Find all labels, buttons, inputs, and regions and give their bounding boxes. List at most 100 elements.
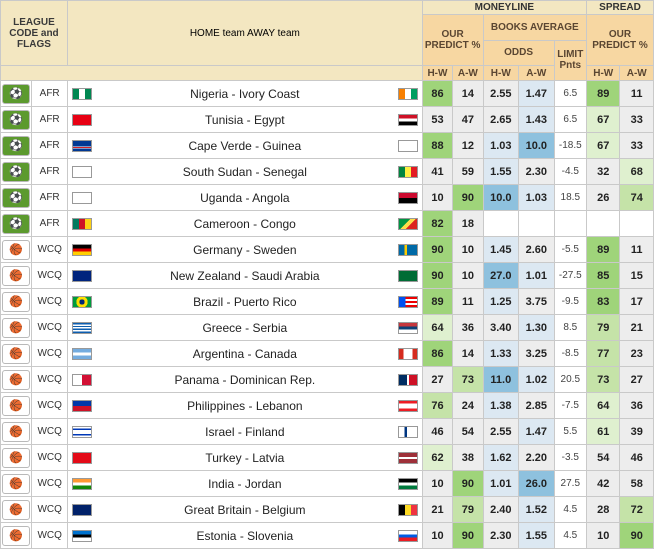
- basketball-league-icon[interactable]: 🏀: [2, 343, 31, 364]
- ml-home-win-pct: 76: [421, 392, 454, 419]
- soccer-league-icon[interactable]: ⚽: [2, 187, 31, 208]
- basketball-league-icon[interactable]: 🏀: [2, 317, 31, 338]
- odds-home: 1.01: [482, 470, 520, 497]
- home-team[interactable]: Argentina: [193, 347, 244, 361]
- home-team[interactable]: Greece: [202, 321, 241, 335]
- home-team[interactable]: Philippines: [187, 399, 245, 413]
- away-team[interactable]: Angola: [252, 191, 289, 205]
- away-team[interactable]: Congo: [260, 217, 295, 231]
- home-team[interactable]: Israel: [205, 425, 234, 439]
- away-team[interactable]: Dominican Rep.: [230, 373, 315, 387]
- basketball-league-icon[interactable]: 🏀: [2, 239, 31, 260]
- match-cell: Germany - Sweden: [66, 236, 423, 263]
- spread-limit: -3.5: [553, 444, 588, 471]
- home-team[interactable]: Cameroon: [194, 217, 250, 231]
- away-team[interactable]: Lebanon: [256, 399, 303, 413]
- sp-home-win-pct: 79: [586, 314, 621, 341]
- spread-limit: -18.5: [553, 132, 588, 159]
- basketball-league-icon[interactable]: 🏀: [2, 265, 31, 286]
- sp-home-win-pct: 28: [586, 496, 621, 523]
- home-team[interactable]: Panama: [174, 373, 219, 387]
- basketball-league-icon[interactable]: 🏀: [2, 395, 31, 416]
- ml-away-win-pct: 11: [452, 288, 484, 315]
- spread-limit: -27.5: [553, 262, 588, 289]
- match-cell: South Sudan - Senegal: [66, 158, 423, 185]
- odds-away: 1.52: [518, 496, 555, 523]
- league-code: WCQ: [31, 444, 68, 471]
- basketball-league-icon[interactable]: 🏀: [2, 499, 31, 520]
- home-flag-icon: [71, 269, 92, 282]
- league-code: AFR: [31, 158, 68, 185]
- odds-away: 10.0: [518, 132, 555, 159]
- away-team[interactable]: Puerto Rico: [234, 295, 297, 309]
- table-row: 🏀 WCQ Brazil - Puerto Rico 89 11 1.25 3.…: [0, 288, 654, 315]
- league-cell: 🏀: [0, 366, 33, 393]
- league-code: AFR: [31, 210, 68, 237]
- away-flag-icon: [397, 165, 418, 178]
- home-team[interactable]: Brazil: [193, 295, 223, 309]
- away-team[interactable]: Serbia: [253, 321, 288, 335]
- away-flag-icon: [397, 295, 418, 308]
- ml-away-win-pct: 36: [452, 314, 484, 341]
- home-team[interactable]: India: [208, 477, 234, 491]
- away-team[interactable]: Canada: [255, 347, 297, 361]
- away-team[interactable]: Ivory Coast: [239, 87, 300, 101]
- basketball-league-icon[interactable]: 🏀: [2, 291, 31, 312]
- limit-header: LIMIT Pnts: [553, 39, 588, 81]
- away-team[interactable]: Slovenia: [247, 529, 293, 543]
- soccer-league-icon[interactable]: ⚽: [2, 161, 31, 182]
- sp-aw-header: A-W: [619, 65, 654, 81]
- away-flag-icon: [397, 113, 418, 126]
- away-team[interactable]: Finland: [245, 425, 284, 439]
- soccer-league-icon[interactable]: ⚽: [2, 135, 31, 156]
- ml-home-win-pct: 41: [421, 158, 454, 185]
- soccer-league-icon[interactable]: ⚽: [2, 83, 31, 104]
- basketball-league-icon[interactable]: 🏀: [2, 447, 31, 468]
- home-team[interactable]: Great Britain: [184, 503, 251, 517]
- home-team[interactable]: Germany: [193, 243, 242, 257]
- spread-limit: 27.5: [553, 470, 588, 497]
- match-cell: Cape Verde - Guinea: [66, 132, 423, 159]
- home-team[interactable]: Turkey: [205, 451, 241, 465]
- sp-home-win-pct: 83: [586, 288, 621, 315]
- away-team[interactable]: Belgium: [262, 503, 305, 517]
- table-row: ⚽ AFR Cape Verde - Guinea 88 12 1.03 10.…: [0, 132, 654, 159]
- away-team[interactable]: Senegal: [263, 165, 307, 179]
- away-team[interactable]: Egypt: [254, 113, 285, 127]
- match-cell: Panama - Dominican Rep.: [66, 366, 423, 393]
- match-cell: Uganda - Angola: [66, 184, 423, 211]
- away-flag-icon: [397, 373, 418, 386]
- home-team[interactable]: Nigeria: [190, 87, 228, 101]
- home-team[interactable]: South Sudan: [183, 165, 252, 179]
- league-code: WCQ: [31, 288, 68, 315]
- soccer-league-icon[interactable]: ⚽: [2, 109, 31, 130]
- league-code: WCQ: [31, 418, 68, 445]
- match-cell: Israel - Finland: [66, 418, 423, 445]
- away-team[interactable]: Latvia: [252, 451, 284, 465]
- home-team[interactable]: Tunisia: [205, 113, 243, 127]
- odds-home: 1.55: [482, 158, 520, 185]
- ml-home-win-pct: 86: [421, 80, 454, 107]
- spread-limit: -5.5: [553, 236, 588, 263]
- league-code: WCQ: [31, 366, 68, 393]
- basketball-league-icon[interactable]: 🏀: [2, 421, 31, 442]
- home-team[interactable]: Uganda: [200, 191, 242, 205]
- basketball-league-icon[interactable]: 🏀: [2, 525, 31, 546]
- away-team[interactable]: Jordan: [245, 477, 282, 491]
- away-team[interactable]: Saudi Arabia: [251, 269, 319, 283]
- soccer-league-icon[interactable]: ⚽: [2, 213, 31, 234]
- basketball-league-icon[interactable]: 🏀: [2, 473, 31, 494]
- home-team[interactable]: Cape Verde: [188, 139, 251, 153]
- league-cell: ⚽: [0, 158, 33, 185]
- league-header: LEAGUE CODE and FLAGS: [0, 0, 68, 66]
- home-team[interactable]: New Zealand: [170, 269, 241, 283]
- sp-home-win-pct: 89: [586, 236, 621, 263]
- away-flag-icon: [397, 425, 418, 438]
- ml-home-win-pct: 10: [421, 470, 454, 497]
- home-team[interactable]: Estonia: [196, 529, 236, 543]
- away-team[interactable]: Guinea: [263, 139, 302, 153]
- ml-hw-header: H-W: [421, 65, 454, 81]
- table-row: 🏀 WCQ Argentina - Canada 86 14 1.33 3.25…: [0, 340, 654, 367]
- basketball-league-icon[interactable]: 🏀: [2, 369, 31, 390]
- away-team[interactable]: Sweden: [253, 243, 296, 257]
